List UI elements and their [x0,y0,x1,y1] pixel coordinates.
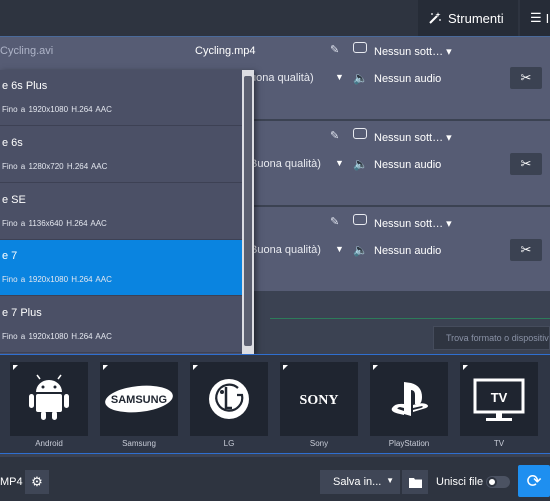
dropdown-item-selected[interactable]: e 7 Fino a 1920x1080 H.264 AAC [0,240,242,296]
scissors-button[interactable]: ✂ [510,153,542,175]
preset-gallery: Android SAMSUNG Samsung LG SONY Sony Pla… [0,354,550,454]
tools-label: Strumenti [448,10,504,26]
audio-select[interactable]: Nessun audio [374,245,441,257]
save-to-button[interactable]: Salva in... ▼ [320,470,400,494]
profile-title: e SE [2,194,26,206]
chevron-down-icon[interactable]: ▼ [335,158,344,168]
magic-wand-icon [429,12,441,24]
speaker-icon: 🔈 [353,243,368,257]
refresh-icon: ⟳ [526,470,542,491]
hamburger-icon: ☰ [530,10,542,25]
gear-icon: ⚙ [31,474,43,489]
profile-detail: Fino a 1136x640 H.264 AAC [2,219,107,228]
scissors-icon: ✂ [520,156,532,171]
subtitles-icon [353,214,367,225]
svg-text:TV: TV [491,390,508,405]
android-icon [29,374,69,420]
settings-button[interactable]: ⚙ [25,470,49,494]
toggle-knob [487,477,497,487]
speaker-icon: 🔈 [353,71,368,85]
menu-button[interactable]: ☰ I [520,0,550,36]
audio-select[interactable]: Nessun audio [374,73,441,85]
subtitles-select[interactable]: Nessun sott… ▾ [374,131,452,144]
save-to-label: Salva in... [333,476,382,488]
convert-button[interactable]: ⟳ [518,465,550,497]
subtitles-select[interactable]: Nessun sott… ▾ [374,217,452,230]
lg-logo [209,379,249,419]
progress-line [270,318,550,319]
svg-text:SAMSUNG: SAMSUNG [111,394,167,406]
chevron-down-icon[interactable]: ▼ [335,244,344,254]
chevron-down-icon[interactable]: ▼ [335,72,344,82]
preset-tile-lg[interactable] [190,362,268,436]
playstation-logo [391,382,428,416]
scissors-icon: ✂ [520,70,532,85]
category-tab[interactable]: i [252,322,270,354]
preset-tile-tv[interactable]: TV [460,362,538,436]
preset-label: Samsung [122,439,156,448]
chevron-down-icon: ▼ [386,476,394,485]
preset-tile-sony[interactable]: SONY [280,362,358,436]
open-folder-button[interactable] [402,470,428,494]
bottom-bar: MP4 ⚙ Salva in... ▼ Unisci file ⟳ [0,457,550,501]
preset-label: PlayStation [388,439,430,448]
device-profile-dropdown: e 6s Plus Fino a 1920x1080 H.264 AAC e 6… [0,70,254,354]
format-search-input[interactable]: Trova formato o dispositivo [433,326,550,350]
subtitles-select[interactable]: Nessun sott… ▾ [374,45,452,58]
preset-tile-playstation[interactable] [370,362,448,436]
quality-select[interactable]: Buona qualità) [250,244,321,256]
subtitles-value: Nessun sott… [374,218,444,230]
edit-name-icon[interactable]: ✎ [330,43,339,56]
preset-label: LG [223,439,235,448]
preset-label: Android [35,439,63,448]
merge-files-toggle[interactable] [486,476,510,488]
profile-title: e 6s [2,137,23,149]
dropdown-item[interactable]: e SE Fino a 1136x640 H.264 AAC [0,184,242,240]
scissors-button[interactable]: ✂ [510,67,542,89]
dropdown-item[interactable]: e 6s Plus Fino a 1920x1080 H.264 AAC [0,70,242,126]
subtitles-value: Nessun sott… [374,46,444,58]
edit-name-icon[interactable]: ✎ [330,215,339,228]
profile-detail: Fino a 1920x1080 H.264 AAC [2,105,112,114]
svg-text:SONY: SONY [300,393,339,408]
profile-detail: Fino a 1280x720 H.264 AAC [2,162,108,171]
scissors-icon: ✂ [520,242,532,257]
edit-name-icon[interactable]: ✎ [330,129,339,142]
profile-title: e 7 [2,250,18,262]
menu-label: I [545,10,550,26]
top-toolbar: Strumenti ☰ I [0,0,550,36]
quality-select[interactable]: Buona qualità) [250,158,321,170]
preset-label: Sony [309,439,329,448]
subtitles-icon [353,128,367,139]
dropdown-scrollbar-thumb[interactable] [244,76,252,346]
tv-icon: TV [473,378,525,421]
profile-detail: Fino a 1920x1080 H.264 AAC [2,275,112,284]
profile-detail: Fino a 1920x1080 H.264 AAC [2,332,112,341]
scissors-button[interactable]: ✂ [510,239,542,261]
merge-files-label: Unisci file [436,476,484,488]
output-format-label[interactable]: MP4 [0,476,23,488]
dropdown-item[interactable]: e 7 Plus Fino a 1920x1080 H.264 AAC [0,297,242,353]
profile-title: e 6s Plus [2,80,48,92]
preset-tile-android[interactable] [10,362,88,436]
preset-label: TV [493,439,505,448]
samsung-logo: SAMSUNG [105,385,173,413]
folder-icon [408,477,422,488]
sony-logo: SONY [300,393,339,408]
speaker-icon: 🔈 [353,157,368,171]
subtitles-value: Nessun sott… [374,132,444,144]
output-filename: Cycling.mp4 [195,45,256,57]
quality-select[interactable]: uona qualità) [250,72,314,84]
tools-button[interactable]: Strumenti [418,0,518,36]
profile-title: e 7 Plus [2,307,42,319]
preset-tile-samsung[interactable]: SAMSUNG [100,362,178,436]
audio-select[interactable]: Nessun audio [374,159,441,171]
source-filename: Cycling.avi [0,45,54,57]
dropdown-item[interactable]: e 6s Fino a 1280x720 H.264 AAC [0,127,242,183]
subtitles-icon [353,42,367,53]
